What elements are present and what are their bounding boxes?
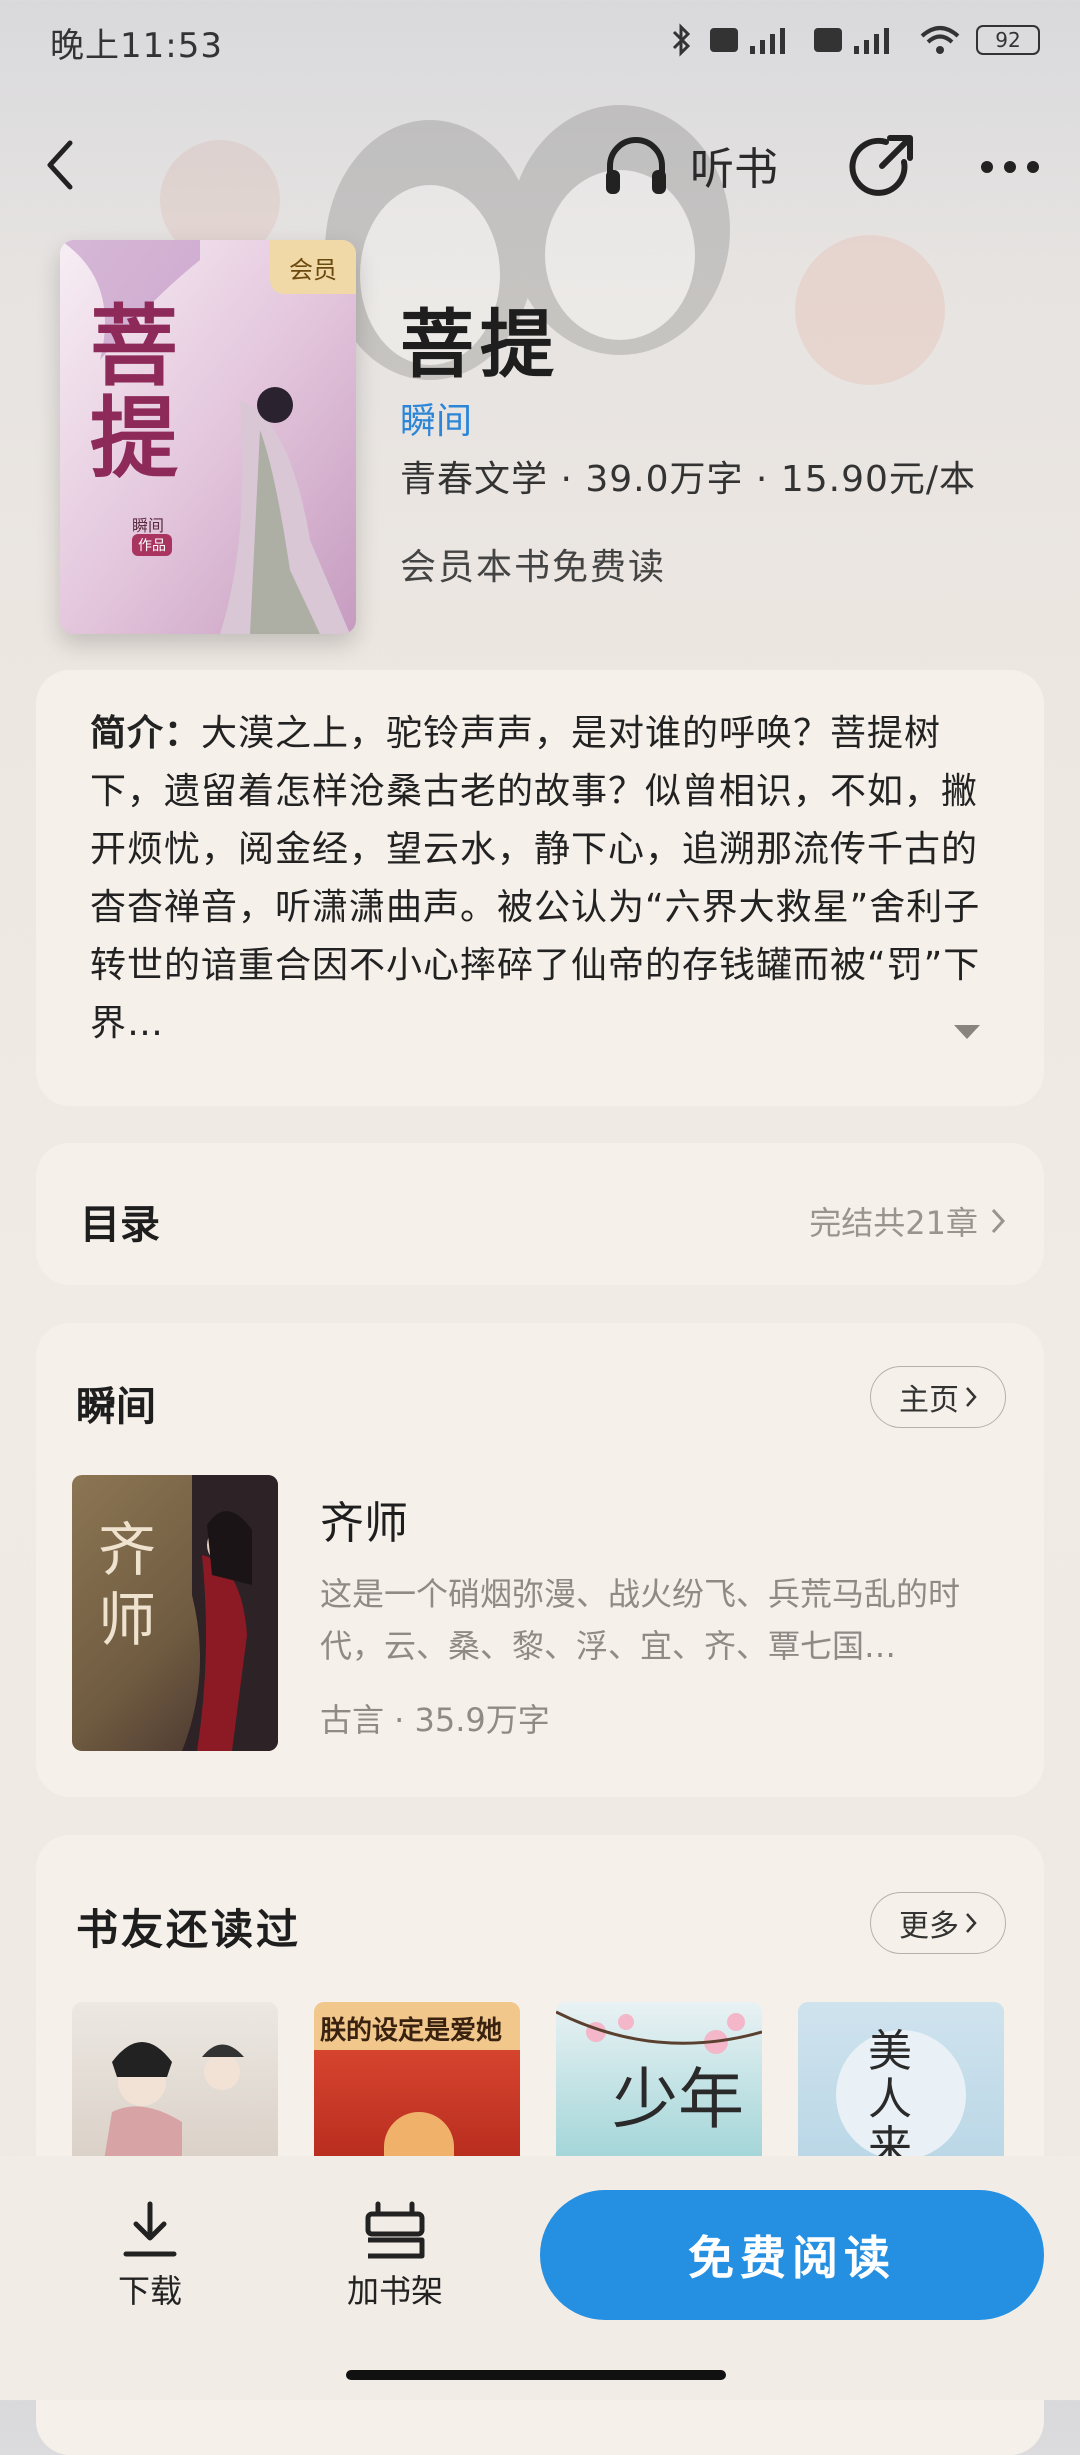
- friends-more-button[interactable]: 更多: [870, 1892, 1006, 1954]
- signal-2-icon: [814, 28, 889, 54]
- book-cover[interactable]: 菩提 瞬间 作品 会员: [60, 240, 356, 634]
- download-label: 下载: [117, 2272, 182, 2310]
- author-book-cover[interactable]: 齐师: [72, 1475, 278, 1751]
- cover-title: 菩提: [90, 300, 210, 484]
- intro-label: 简介：: [90, 713, 202, 754]
- headphones-icon: [606, 137, 666, 194]
- status-icons: 92: [668, 22, 1040, 58]
- download-icon: [123, 2201, 177, 2257]
- book-author-link[interactable]: 瞬间: [400, 392, 472, 444]
- back-icon[interactable]: [40, 135, 80, 195]
- signal-icon: [710, 28, 785, 54]
- toc-info: 完结共21章: [809, 1198, 1006, 1244]
- friends-title: 书友还读过: [76, 1905, 302, 1954]
- friend-book-cover-2-title: 朕的设定是爱她: [320, 2016, 503, 2046]
- vip-badge: 会员: [270, 240, 356, 294]
- home-indicator: [346, 2370, 726, 2380]
- author-book-meta: 古言 · 35.9万字: [320, 1701, 550, 1739]
- more-label: 更多: [899, 1909, 959, 1944]
- battery-level: 92: [995, 28, 1021, 52]
- toc-info-text: 完结共21章: [809, 1204, 978, 1242]
- add-to-shelf-button[interactable]: 加书架: [340, 2200, 450, 2312]
- author-book-title[interactable]: 齐师: [320, 1487, 408, 1551]
- author-name: 瞬间: [76, 1384, 156, 1430]
- cover-title-text: 菩提: [90, 294, 179, 490]
- vip-free-note: 会员本书免费读: [400, 547, 667, 588]
- book-title: 菩提: [400, 302, 560, 388]
- bookshelf-icon: [365, 2201, 425, 2259]
- share-icon[interactable]: [846, 132, 916, 202]
- cover-tag: 作品: [132, 534, 172, 556]
- listen-button[interactable]: 听书: [600, 130, 778, 200]
- chevron-right-icon: [966, 1387, 977, 1407]
- add-to-shelf-label: 加书架: [346, 2272, 443, 2310]
- friend-book-cover-4[interactable]: 美人来: [798, 2002, 1004, 2172]
- toc-title: 目录: [80, 1202, 160, 1248]
- listen-label: 听书: [690, 144, 778, 195]
- download-button[interactable]: 下载: [108, 2200, 192, 2312]
- author-home-button[interactable]: 主页: [870, 1366, 1006, 1428]
- friend-book-cover-1-art: [102, 2042, 244, 2172]
- more-icon[interactable]: [980, 160, 1040, 174]
- status-time: 晚上11:53: [50, 26, 223, 66]
- chevron-right-icon: [991, 1208, 1006, 1234]
- intro-text: 简介：大漠之上，驼铃声声，是对谁的呼唤？菩提树下，遗留着怎样沧桑古老的故事？似曾…: [90, 705, 990, 1053]
- home-label: 主页: [899, 1383, 959, 1418]
- bluetooth-icon: [672, 23, 691, 57]
- friend-book-cover-4-title: 美人来: [868, 2026, 912, 2172]
- friend-book-cover-3[interactable]: 少年: [556, 2002, 762, 2172]
- chevron-right-icon: [966, 1913, 977, 1933]
- book-meta: 青春文学 · 39.0万字 · 15.90元/本: [400, 459, 977, 500]
- friend-book-cover-3-title: 少年: [612, 2061, 744, 2138]
- battery-icon: 92: [976, 25, 1040, 55]
- wifi-icon: [920, 26, 960, 54]
- friend-book-cover-1[interactable]: [72, 2002, 278, 2172]
- cover-author: 瞬间: [132, 516, 165, 535]
- intro-body: 大漠之上，驼铃声声，是对谁的呼唤？菩提树下，遗留着怎样沧桑古老的故事？似曾相识，…: [90, 713, 981, 1044]
- expand-down-icon[interactable]: [952, 1022, 982, 1042]
- free-read-button[interactable]: 免费阅读: [540, 2190, 1044, 2320]
- author-book-desc: 这是一个硝烟弥漫、战火纷飞、兵荒马乱的时代，云、桑、黎、浮、宜、齐、覃七国…: [320, 1575, 961, 1665]
- friend-book-cover-2[interactable]: 朕的设定是爱她: [314, 2002, 520, 2172]
- author-book-cover-title: 齐师: [98, 1516, 157, 1654]
